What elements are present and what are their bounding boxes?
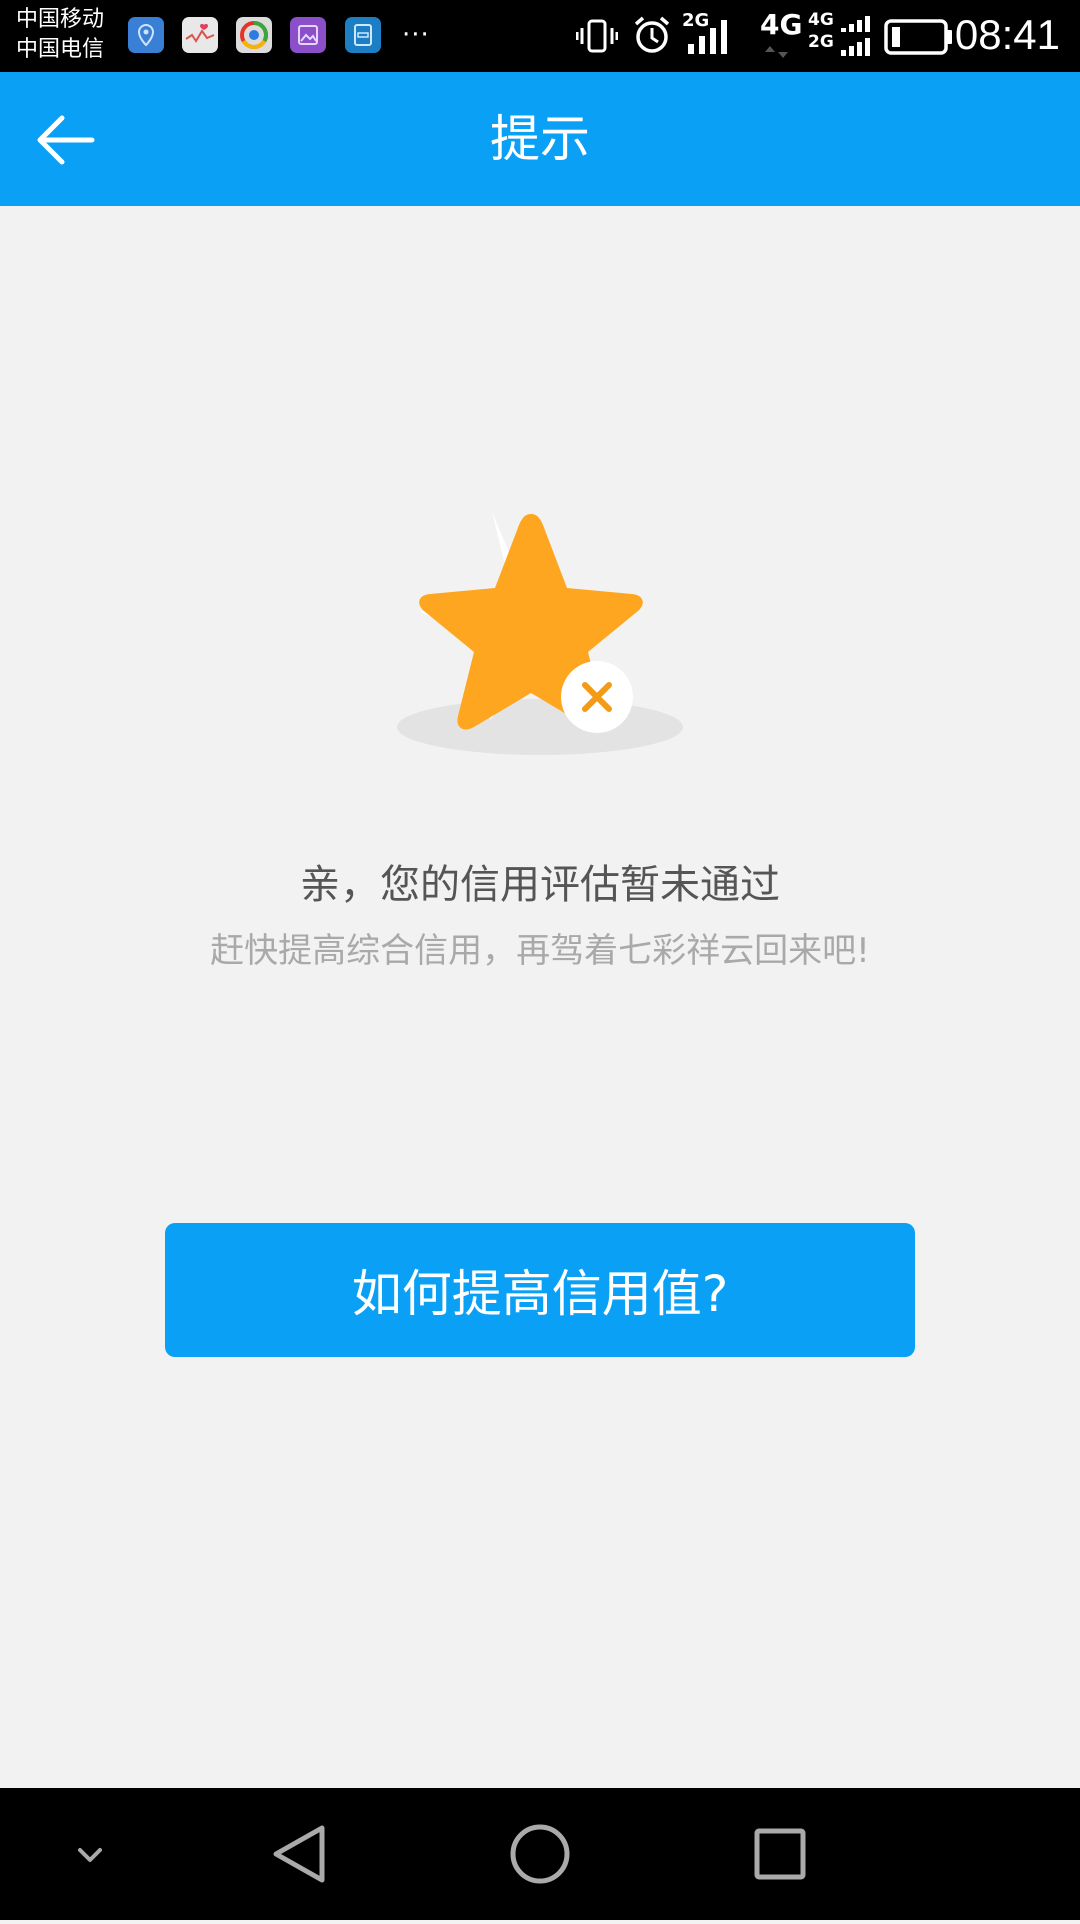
triangle-back-icon (273, 1825, 325, 1883)
nav-recents-button[interactable] (740, 1788, 820, 1920)
location-app-icon (128, 17, 164, 53)
vibrate-icon (575, 16, 619, 60)
signal-icon-2 (840, 16, 870, 62)
page-title: 提示 (490, 110, 590, 168)
alarm-icon (631, 14, 673, 60)
nav-home-button[interactable] (500, 1788, 580, 1920)
square-recents-icon (754, 1828, 806, 1880)
shadow-ellipse (397, 699, 683, 755)
clock: 08:41 (954, 11, 1060, 58)
message-subtitle: 赶快提高综合信用，再驾着七彩祥云回来吧! (210, 931, 870, 971)
nav-collapse-button[interactable] (60, 1788, 120, 1920)
network-type-3b: 2G (808, 32, 834, 52)
network-type-3a: 4G (808, 10, 834, 30)
carrier-2: 中国电信 (16, 37, 105, 62)
carrier-1: 中国移动 (16, 7, 105, 32)
more-notifications-icon: ··· (402, 20, 430, 50)
health-app-icon (182, 17, 218, 53)
browser-app-icon (236, 17, 272, 53)
network-type-2: 4G (760, 8, 803, 41)
storage-app-icon (345, 17, 381, 53)
improve-credit-button[interactable]: 如何提高信用值? (165, 1223, 915, 1357)
credit-failed-illustration (380, 500, 700, 770)
gallery-app-icon (290, 17, 326, 53)
message-title: 亲，您的信用评估暂未通过 (300, 862, 780, 908)
signal-icon-1 (686, 18, 732, 60)
battery-icon (884, 18, 954, 60)
navigation-bar (0, 1788, 1080, 1920)
app-bar: 提示 (0, 72, 1080, 206)
status-bar: 中国移动 中国电信 ··· 2G 4G 4G 2G 08:41 (0, 0, 1080, 72)
chevron-down-icon (78, 1848, 102, 1862)
data-arrows-icon (764, 44, 790, 63)
carrier-labels: 中国移动 中国电信 (16, 5, 104, 65)
circle-home-icon (510, 1824, 570, 1884)
nav-back-button[interactable] (260, 1788, 340, 1920)
